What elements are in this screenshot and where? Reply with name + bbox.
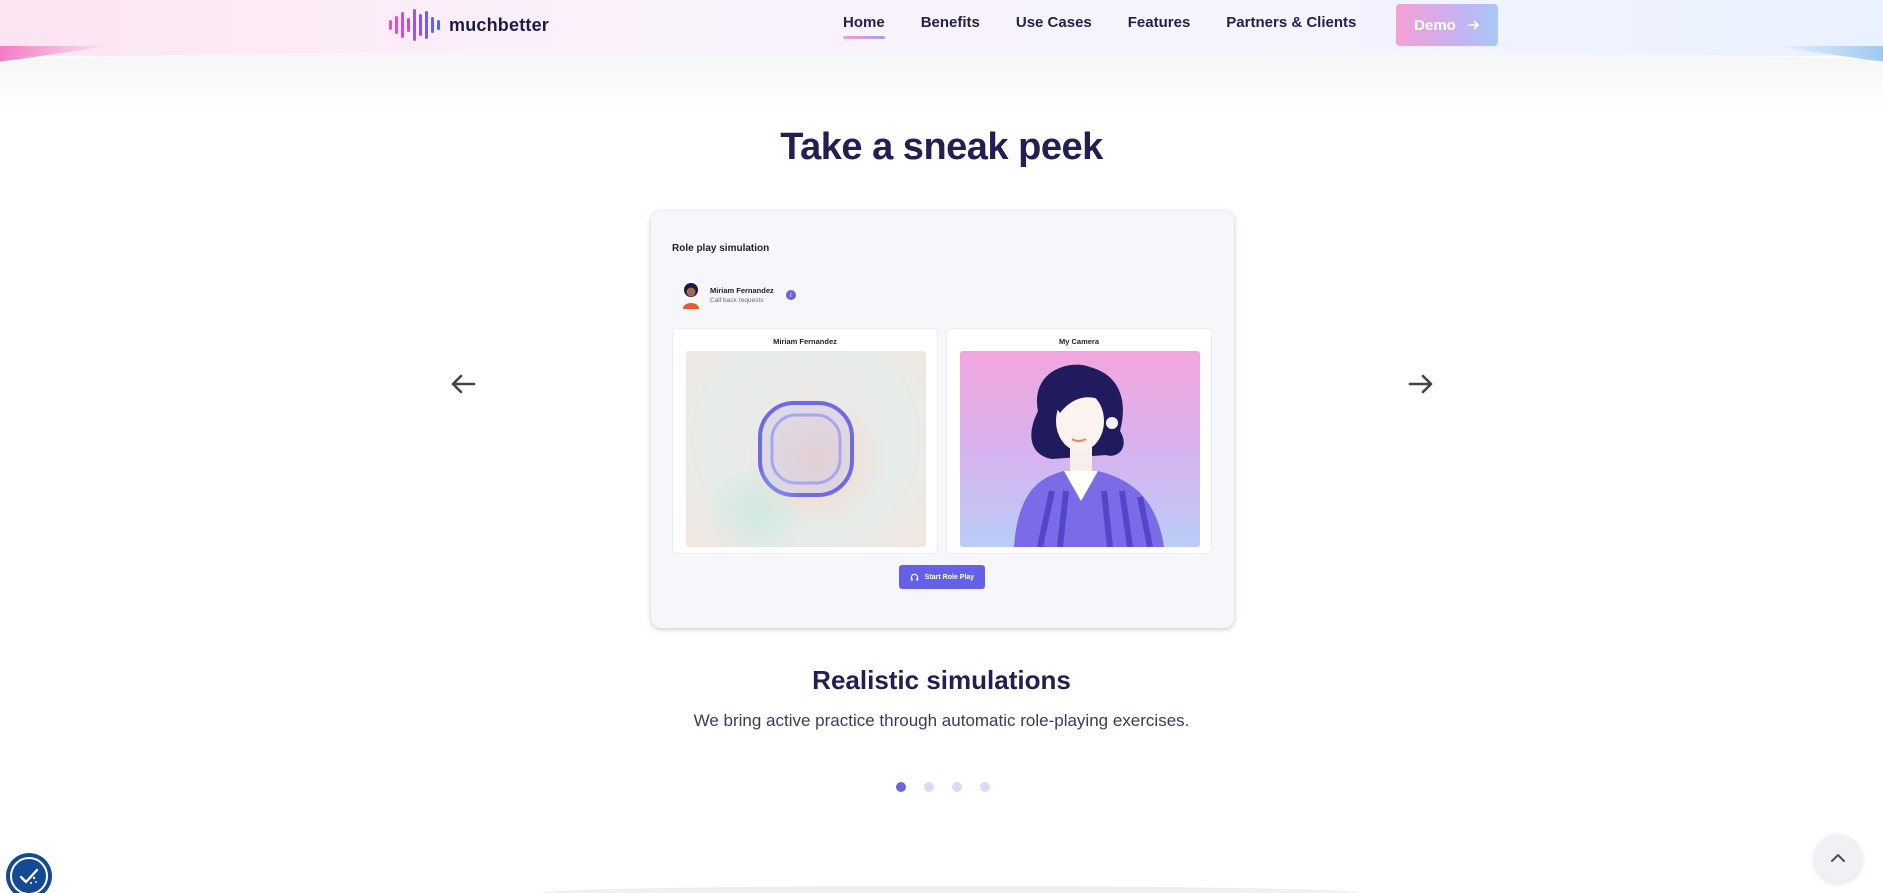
user-illustration	[1014, 364, 1164, 547]
persona-video-panel: Miriam Fernandez	[672, 328, 938, 554]
brand-logo[interactable]: muchbetter	[389, 8, 549, 42]
info-icon[interactable]: i	[785, 290, 796, 300]
persona-row: Miriam Fernandez Call back requests i	[680, 281, 796, 309]
header-curve	[0, 50, 1883, 110]
arrow-right-icon	[1468, 20, 1479, 30]
site-header: muchbetter Home Benefits Use Cases Featu…	[0, 0, 1883, 62]
section-title-text: Take a sneak peek	[778, 126, 1106, 168]
carousel-dot-1[interactable]	[896, 782, 906, 792]
nav-item-home[interactable]: Home	[843, 14, 885, 39]
screen-title: Role play simulation	[672, 243, 770, 254]
persona-name: Miriam Fernandez	[710, 286, 774, 295]
arrow-right-icon	[1408, 374, 1433, 394]
carousel-dot-2[interactable]	[924, 782, 934, 792]
nav-item-features[interactable]: Features	[1128, 14, 1191, 37]
slide-description: We bring active practice through automat…	[693, 711, 1190, 730]
nav-item-partners-clients[interactable]: Partners & Clients	[1226, 14, 1356, 37]
demo-button-label: Demo	[1414, 16, 1456, 34]
camera-feed	[960, 351, 1200, 547]
persona-subtitle: Call back requests	[710, 297, 764, 304]
persona-avatar	[683, 283, 699, 309]
main-nav: Home Benefits Use Cases Features Partner…	[843, 14, 1356, 39]
nav-item-benefits[interactable]: Benefits	[921, 14, 980, 37]
headset-icon	[910, 573, 918, 581]
my-camera-panel: My Camera	[946, 328, 1212, 554]
next-section-edge	[540, 886, 1360, 893]
carousel-slide: Role play simulation Miriam Fernandez Ca…	[651, 211, 1234, 628]
soundwave-logo-icon	[389, 8, 440, 42]
carousel-pagination	[896, 782, 990, 792]
cookie-consent-icon	[10, 857, 48, 893]
section-title: Take a sneak peek	[0, 126, 1883, 169]
carousel-prev-button[interactable]	[448, 369, 478, 399]
cookie-consent-button[interactable]	[6, 853, 52, 893]
carousel-next-button[interactable]	[1406, 369, 1436, 399]
carousel-dot-3[interactable]	[952, 782, 962, 792]
start-role-play-label: Start Role Play	[924, 573, 975, 581]
demo-button[interactable]: Demo	[1396, 4, 1498, 46]
persona-panel-label: Miriam Fernandez	[773, 337, 837, 346]
chevron-up-icon	[1831, 854, 1845, 862]
nav-item-use-cases[interactable]: Use Cases	[1016, 14, 1092, 37]
brand-name: muchbetter	[449, 14, 550, 35]
carousel-dot-4[interactable]	[980, 782, 990, 792]
camera-panel-label: My Camera	[1058, 337, 1100, 346]
persona-video-feed	[686, 351, 926, 547]
start-role-play-button[interactable]: Start Role Play	[899, 565, 985, 589]
scroll-to-top-button[interactable]	[1814, 834, 1862, 882]
voice-indicator-icon	[758, 401, 854, 497]
slide-heading: Realistic simulations	[812, 665, 1071, 695]
arrow-left-icon	[451, 374, 476, 394]
